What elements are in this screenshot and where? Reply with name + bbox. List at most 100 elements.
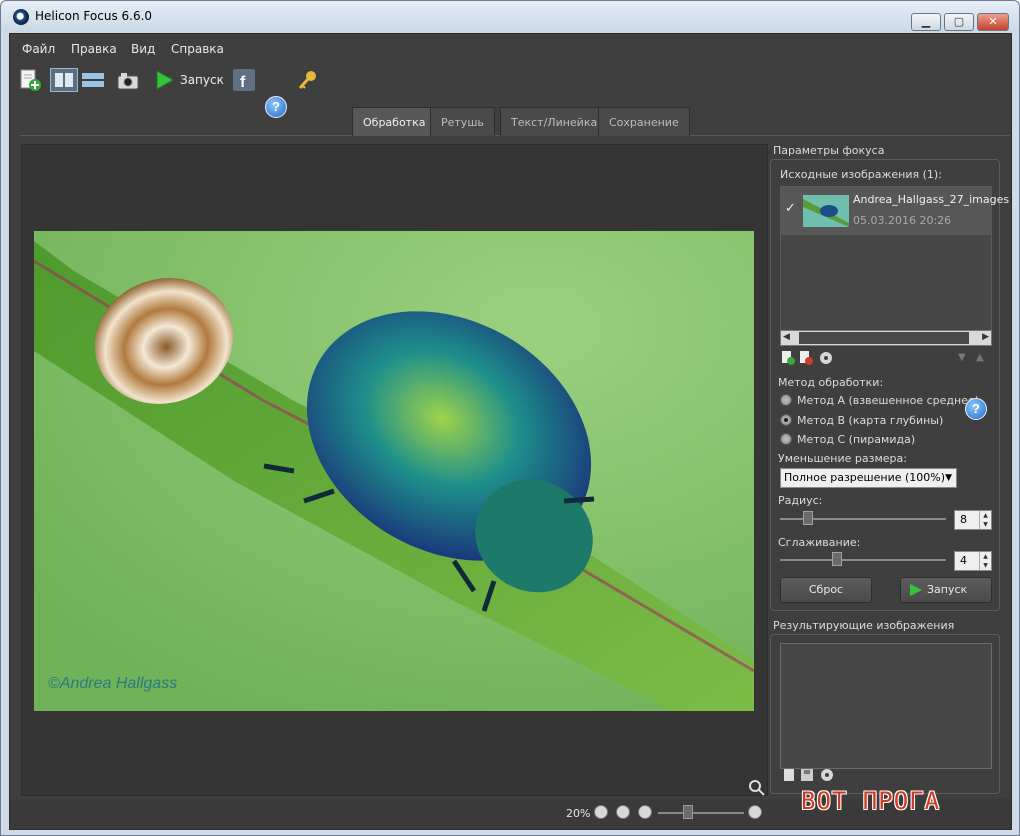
svg-text:f: f [240,74,246,91]
add-file-icon [20,69,41,91]
add-file-small-icon[interactable] [782,351,795,365]
move-down-icon[interactable]: ▼ [958,352,966,363]
file-checkbox[interactable]: ✓ [785,201,796,216]
run-toolbar-button[interactable]: Запуск [154,68,224,92]
radius-slider-thumb[interactable] [803,511,813,525]
facebook-button[interactable]: f [232,68,256,92]
downsize-label: Уменьшение размера: [778,452,907,465]
method-a-radio[interactable] [780,394,792,406]
beetle-photo [34,231,754,711]
menu-help[interactable]: Справка [171,42,224,56]
run-button-label: Запуск [927,583,968,596]
settings-gear-icon[interactable] [820,352,832,364]
zoom-slider-thumb[interactable] [683,805,693,819]
key-icon [298,71,316,89]
tab-retouch[interactable]: Ретушь [430,107,495,136]
result-settings-gear-icon[interactable] [821,769,833,781]
list-item[interactable]: ✓ Andrea_Hallgass_27_images 05.03.2016 2… [781,187,1009,235]
scroll-left-arrow-icon[interactable]: ◀ [783,332,790,342]
app-client-area: Файл Правка Вид Справка Запуск f ? Обраб… [9,33,1012,830]
method-c-label[interactable]: Метод C (пирамида) [797,433,915,446]
method-c-radio[interactable] [780,433,792,445]
camera-button[interactable] [116,68,140,92]
smoothing-slider-track[interactable] [780,559,946,561]
method-b-label[interactable]: Метод B (карта глубины) [797,414,943,427]
focus-params-title: Параметры фокуса [773,144,885,157]
menu-file[interactable]: Файл [22,42,55,56]
radius-label: Радиус: [778,494,823,507]
tab-text-ruler[interactable]: Текст/Линейка [500,107,609,136]
application-window: Helicon Focus 6.6.0 ▁ ▢ ✕ Файл Правка Ви… [0,0,1020,836]
title-bar: Helicon Focus 6.6.0 ▁ ▢ ✕ [1,1,1019,33]
move-up-icon[interactable]: ▲ [976,352,984,363]
play-icon [910,584,922,596]
downsize-select[interactable]: Полное разрешение (100%) ▼ [780,468,957,488]
view-side-by-side-button[interactable] [50,68,78,92]
run-button[interactable]: Запуск [900,577,992,603]
save-result-icon[interactable] [801,769,813,781]
view-stacked-button[interactable] [80,68,106,92]
run-toolbar-label: Запуск [180,73,224,87]
maximize-button[interactable]: ▢ [944,13,974,31]
zoom-in-icon[interactable] [748,805,762,819]
chevron-down-icon: ▼ [945,473,952,483]
file-thumbnail [803,195,849,227]
zoom-out-icon[interactable] [638,805,652,819]
add-images-button[interactable] [18,68,42,92]
reset-button[interactable]: Сброс [780,577,872,603]
zoom-fit-icon[interactable] [616,805,630,819]
scroll-right-arrow-icon[interactable]: ▶ [982,332,989,342]
minimize-button[interactable]: ▁ [911,13,941,31]
method-b-radio[interactable] [780,414,792,426]
facebook-icon: f [233,69,255,91]
radius-value: 8 [960,513,967,526]
file-date: 05.03.2016 20:26 [853,214,952,227]
smoothing-slider-thumb[interactable] [832,552,842,566]
site-watermark: ВОТ ПРОГА [801,787,941,815]
play-icon [156,70,175,90]
beetle-thumbnail-image [803,195,849,227]
source-image-list[interactable]: ✓ Andrea_Hallgass_27_images 05.03.2016 2… [780,186,1009,346]
file-name: Andrea_Hallgass_27_images [853,193,1010,206]
zoom-actual-size-icon[interactable] [594,805,608,819]
file-list-scrollbar[interactable]: ◀ ▶ [780,330,992,346]
toolbar: Запуск f ? [10,62,1011,118]
method-label: Метод обработки: [778,376,884,389]
method-a-label[interactable]: Метод A (взвешенное среднее) [797,394,979,407]
open-result-icon[interactable] [784,769,794,781]
downsize-value: Полное разрешение (100%) [784,471,946,484]
spin-arrows-icon[interactable]: ▲ ▼ [979,511,991,529]
preview-image: ©Andrea Hallgass [34,231,754,711]
magnifier-icon[interactable] [748,779,766,797]
window-title: Helicon Focus 6.6.0 [35,9,153,23]
tab-processing[interactable]: Обработка [352,107,437,136]
list-actions [782,351,832,365]
license-key-button[interactable] [296,68,320,92]
smoothing-label: Сглаживание: [778,536,861,549]
spin-arrows-icon[interactable]: ▲ ▼ [979,552,991,570]
app-logo-icon [13,9,29,25]
results-title: Результирующие изображения [773,619,955,632]
image-viewer[interactable]: ©Andrea Hallgass [21,144,768,796]
camera-icon [117,73,139,90]
menu-edit[interactable]: Правка [71,42,117,56]
tabs-bar: Обработка Ретушь Текст/Линейка Сохранени… [20,104,1010,136]
columns-view-icon [55,73,73,87]
source-images-label: Исходные изображения (1): [780,168,942,181]
photo-credit: ©Andrea Hallgass [48,675,178,692]
result-image-list[interactable] [780,643,992,769]
method-help-icon[interactable]: ? [965,398,987,420]
radius-spinbox[interactable]: 8 ▲ ▼ [954,510,992,530]
zoom-slider-track[interactable] [658,812,744,814]
tab-save[interactable]: Сохранение [598,107,690,136]
smoothing-spinbox[interactable]: 4 ▲ ▼ [954,551,992,571]
scrollbar-thumb[interactable] [799,332,969,344]
remove-file-icon[interactable] [800,351,813,365]
smoothing-value: 4 [960,554,967,567]
menu-view[interactable]: Вид [131,42,155,56]
menu-bar: Файл Правка Вид Справка [10,34,1011,62]
zoom-level: 20% [566,807,591,820]
close-button[interactable]: ✕ [977,13,1009,31]
result-actions [784,769,833,781]
rows-view-icon [82,73,104,87]
